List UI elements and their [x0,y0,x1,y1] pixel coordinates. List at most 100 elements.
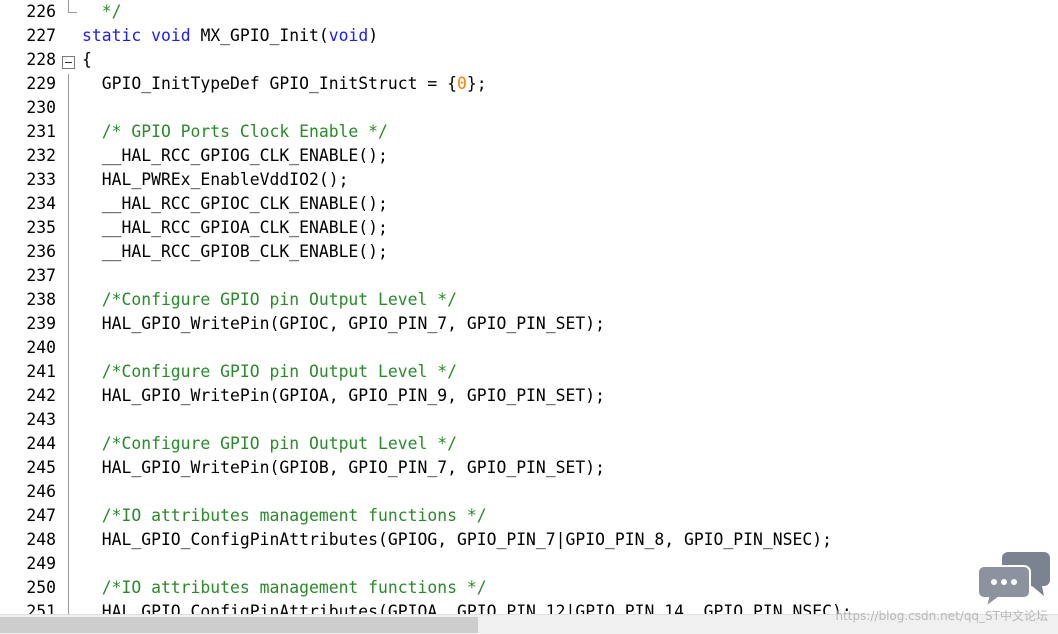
comment-token: /*Configure GPIO pin Output Level */ [82,362,457,381]
line-number: 238 [26,290,56,309]
code-text[interactable]: __HAL_RCC_GPIOA_CLK_ENABLE(); [82,216,388,240]
code-token: ) [368,26,379,45]
watermark-text: https://blog.csdn.net/qq_ST中文论坛 [835,609,1048,623]
code-token: HAL_GPIO_WritePin(GPIOB, GPIO_PIN_7, GPI… [82,458,606,477]
code-text[interactable]: /*Configure GPIO pin Output Level */ [82,288,457,312]
code-text[interactable]: /*IO attributes management functions */ [82,504,487,528]
code-text[interactable]: __HAL_RCC_GPIOC_CLK_ENABLE(); [82,192,388,216]
line-number: 239 [26,314,56,333]
code-token: { [82,50,92,69]
line-number: 240 [26,338,56,357]
code-line[interactable]: 233 HAL_PWREx_EnableVddIO2(); [0,168,1058,192]
code-token: __HAL_RCC_GPIOC_CLK_ENABLE(); [82,194,388,213]
code-text[interactable]: */ [82,0,122,24]
line-number: 229 [26,74,56,93]
line-number: 248 [26,530,56,549]
line-number: 236 [26,242,56,261]
code-line[interactable]: 246 [0,480,1058,504]
line-number: 237 [26,266,56,285]
code-text[interactable]: /* GPIO Ports Clock Enable */ [82,120,388,144]
code-text[interactable]: HAL_GPIO_WritePin(GPIOC, GPIO_PIN_7, GPI… [82,312,605,336]
comment-token: /*IO attributes management functions */ [82,578,487,597]
code-text[interactable]: __HAL_RCC_GPIOG_CLK_ENABLE(); [82,144,388,168]
keyword-token: static [82,26,142,45]
line-number: 244 [26,434,56,453]
code-text[interactable]: static void MX_GPIO_Init(void) [82,24,378,48]
line-number: 249 [26,554,56,573]
code-line[interactable]: 228 { [0,48,1058,72]
comment-token: /*IO attributes management functions */ [82,506,487,525]
line-number: 250 [26,578,56,597]
code-text[interactable]: HAL_GPIO_WritePin(GPIOA, GPIO_PIN_9, GPI… [82,384,605,408]
code-line[interactable]: 245 HAL_GPIO_WritePin(GPIOB, GPIO_PIN_7,… [0,456,1058,480]
code-token: GPIO_InitTypeDef GPIO_InitStruct = { [82,74,457,93]
code-token: HAL_GPIO_WritePin(GPIOA, GPIO_PIN_9, GPI… [82,386,606,405]
line-number: 233 [26,170,56,189]
code-line[interactable]: 240 [0,336,1058,360]
code-text[interactable]: GPIO_InitTypeDef GPIO_InitStruct = {0}; [82,72,487,96]
code-token: __HAL_RCC_GPIOA_CLK_ENABLE(); [82,218,388,237]
line-number: 232 [26,146,56,165]
line-number: 241 [26,362,56,381]
code-text[interactable]: /*Configure GPIO pin Output Level */ [82,360,457,384]
code-line[interactable]: 230 [0,96,1058,120]
code-line[interactable]: 231 /* GPIO Ports Clock Enable */ [0,120,1058,144]
code-text[interactable]: { [82,48,92,72]
code-line[interactable]: 244 /*Configure GPIO pin Output Level */ [0,432,1058,456]
line-number: 231 [26,122,56,141]
line-number: 226 [26,2,56,21]
comment-token: /* GPIO Ports Clock Enable */ [82,122,388,141]
code-line[interactable]: 248 HAL_GPIO_ConfigPinAttributes(GPIOG, … [0,528,1058,552]
line-number: 247 [26,506,56,525]
code-line[interactable]: 243 [0,408,1058,432]
code-token: HAL_GPIO_ConfigPinAttributes(GPIOG, GPIO… [82,530,832,549]
line-number: 243 [26,410,56,429]
number-token: 0 [456,74,467,93]
line-number: 234 [26,194,56,213]
keyword-token: void [328,26,369,45]
code-line[interactable]: 236 __HAL_RCC_GPIOB_CLK_ENABLE(); [0,240,1058,264]
code-lines[interactable]: 226 */227 static void MX_GPIO_Init(void) 2… [0,0,1058,624]
code-line[interactable]: 235 __HAL_RCC_GPIOA_CLK_ENABLE(); [0,216,1058,240]
code-line[interactable]: 239 HAL_GPIO_WritePin(GPIOC, GPIO_PIN_7,… [0,312,1058,336]
code-editor[interactable]: 226 */227 static void MX_GPIO_Init(void) 2… [0,0,1058,634]
code-token: __HAL_RCC_GPIOG_CLK_ENABLE(); [82,146,388,165]
line-number: 245 [26,458,56,477]
minus-box-icon[interactable] [62,56,75,69]
code-token: HAL_GPIO_WritePin(GPIOC, GPIO_PIN_7, GPI… [82,314,606,333]
code-line[interactable]: 226 */ [0,0,1058,24]
code-text[interactable]: /*IO attributes management functions */ [82,576,487,600]
line-number: 230 [26,98,56,117]
keyword-token: void [151,26,191,45]
code-token: HAL_PWREx_EnableVddIO2(); [82,170,349,189]
code-line[interactable]: 247 /*IO attributes management functions… [0,504,1058,528]
line-number: 227 [26,26,56,45]
code-line[interactable]: 242 HAL_GPIO_WritePin(GPIOA, GPIO_PIN_9,… [0,384,1058,408]
line-number: 246 [26,482,56,501]
line-number: 242 [26,386,56,405]
comment-token: /*Configure GPIO pin Output Level */ [82,290,457,309]
code-line[interactable]: 250 /*IO attributes management functions… [0,576,1058,600]
code-line[interactable]: 241 /*Configure GPIO pin Output Level */ [0,360,1058,384]
code-text[interactable]: __HAL_RCC_GPIOB_CLK_ENABLE(); [82,240,388,264]
code-line[interactable]: 249 [0,552,1058,576]
chat-bubbles-icon[interactable] [977,550,1052,610]
code-text[interactable]: HAL_GPIO_ConfigPinAttributes(GPIOG, GPIO… [82,528,832,552]
code-text[interactable]: HAL_PWREx_EnableVddIO2(); [82,168,349,192]
line-number: 235 [26,218,56,237]
comment-token: */ [82,2,122,21]
code-line[interactable]: 238 /*Configure GPIO pin Output Level */ [0,288,1058,312]
horizontal-scrollbar-thumb[interactable] [0,617,478,633]
code-line[interactable]: 234 __HAL_RCC_GPIOC_CLK_ENABLE(); [0,192,1058,216]
code-token: }; [466,74,487,93]
code-line[interactable]: 229 GPIO_InitTypeDef GPIO_InitStruct = {… [0,72,1058,96]
comment-token: /*Configure GPIO pin Output Level */ [82,434,457,453]
code-text[interactable]: /*Configure GPIO pin Output Level */ [82,432,457,456]
line-number: 228 [26,50,56,69]
code-text[interactable]: HAL_GPIO_WritePin(GPIOB, GPIO_PIN_7, GPI… [82,456,605,480]
code-line[interactable]: 232 __HAL_RCC_GPIOG_CLK_ENABLE(); [0,144,1058,168]
code-line[interactable]: 227 static void MX_GPIO_Init(void) [0,24,1058,48]
code-token: __HAL_RCC_GPIOB_CLK_ENABLE(); [82,242,388,261]
code-line[interactable]: 237 [0,264,1058,288]
